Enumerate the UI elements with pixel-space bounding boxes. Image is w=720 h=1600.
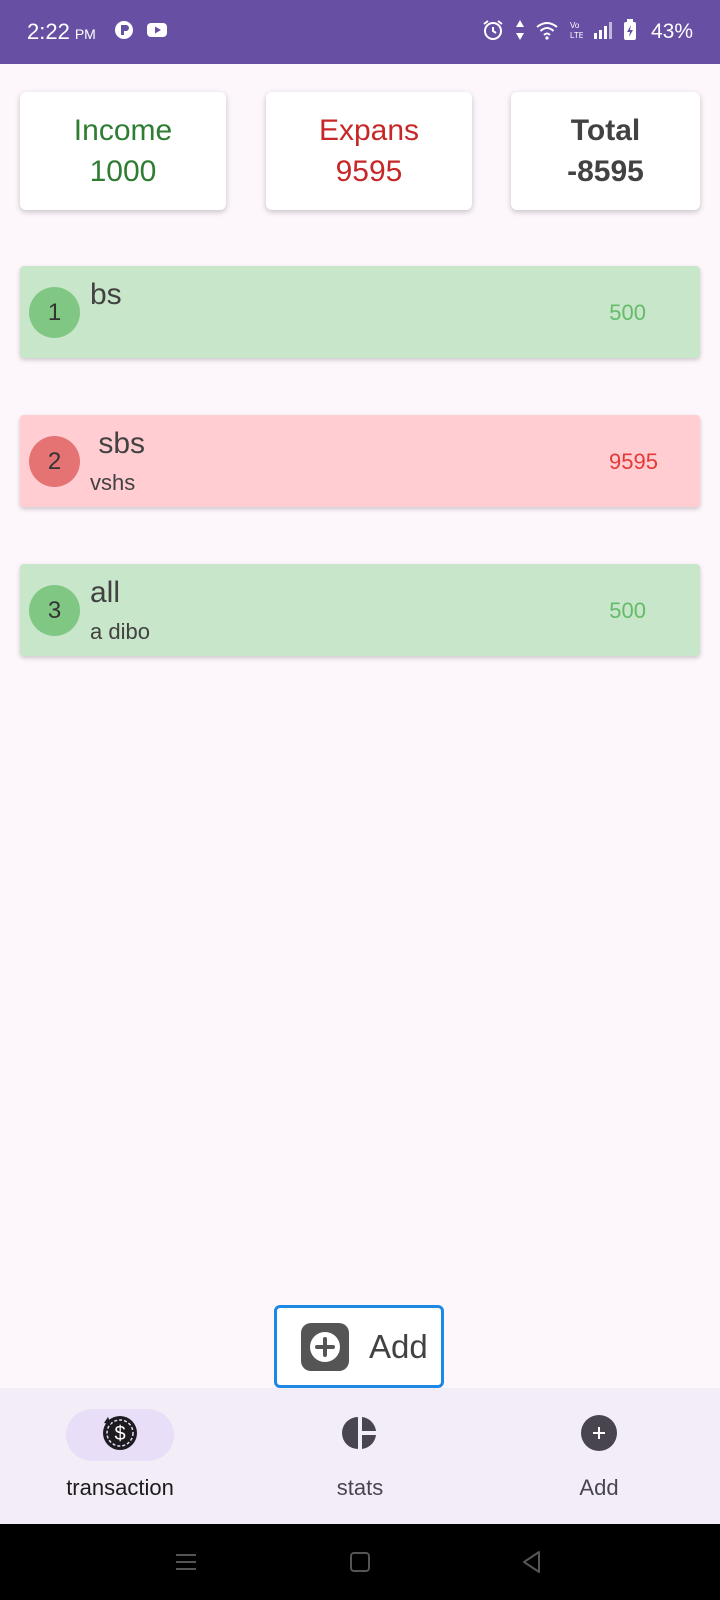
transaction-title: all <box>90 576 121 609</box>
pie-chart-icon <box>342 1415 378 1456</box>
total-value: -8595 <box>567 155 644 188</box>
transaction-title: sbs <box>90 427 146 460</box>
expense-card: Expans 9595 <box>266 92 472 210</box>
transaction-subtitle: a dibo <box>90 619 150 644</box>
status-bar: 2:22 PM Vo LTE 43% <box>0 0 720 64</box>
alarm-icon <box>481 18 505 47</box>
status-ampm: PM <box>74 26 96 42</box>
transaction-amount: 9595 <box>609 449 658 474</box>
status-time: 2:22 <box>27 19 70 44</box>
transaction-subtitle: vshs <box>90 470 136 495</box>
transaction-row[interactable]: 3 all a dibo 500 <box>20 564 700 656</box>
svg-text:$: $ <box>114 1423 125 1445</box>
total-label: Total <box>570 114 641 147</box>
nav-item-transaction[interactable]: $ transaction <box>0 1388 240 1524</box>
transaction-amount: 500 <box>609 300 646 325</box>
transaction-row[interactable]: 1 bs 500 <box>20 266 700 358</box>
nav-active-indicator: $ <box>66 1409 174 1461</box>
data-arrows-icon <box>515 19 525 46</box>
transaction-index: 2 <box>29 436 80 487</box>
summary-cards: Income 1000 Expans 9595 Total -8595 <box>20 92 700 210</box>
volte-icon: Vo LTE <box>569 20 584 45</box>
income-card: Income 1000 <box>20 92 226 210</box>
total-card: Total -8595 <box>511 92 700 210</box>
transaction-row[interactable]: 2 sbs vshs 9595 <box>20 415 700 507</box>
nav-item-add[interactable]: Add <box>479 1388 719 1524</box>
add-circle-icon <box>580 1414 618 1457</box>
transaction-index: 1 <box>29 287 80 338</box>
expense-value: 9595 <box>335 155 403 188</box>
dollar-history-icon: $ <box>100 1413 140 1458</box>
add-transaction-button[interactable]: Add <box>274 1305 444 1388</box>
expense-label: Expans <box>318 114 420 147</box>
home-icon[interactable] <box>346 1548 374 1576</box>
wifi-icon <box>535 20 559 45</box>
nav-icon-holder <box>306 1409 414 1461</box>
income-label: Income <box>73 114 173 147</box>
signal-icon <box>593 20 613 45</box>
transaction-title: bs <box>90 278 122 311</box>
back-icon[interactable] <box>518 1548 546 1576</box>
nav-icon-holder <box>545 1409 653 1461</box>
bottom-navigation: $ transaction stats Add <box>0 1388 720 1524</box>
svg-text:Vo: Vo <box>570 21 580 30</box>
battery-icon <box>623 18 637 46</box>
battery-percent: 43% <box>650 20 693 43</box>
system-navigation-bar <box>0 1524 720 1600</box>
svg-text:LTE: LTE <box>570 31 583 40</box>
income-value: 1000 <box>89 155 157 188</box>
transaction-index: 3 <box>29 585 80 636</box>
nav-item-stats[interactable]: stats <box>240 1388 480 1524</box>
plus-square-icon <box>301 1322 349 1371</box>
p-app-icon <box>114 20 134 45</box>
add-button-label: Add <box>369 1327 428 1365</box>
nav-label: transaction <box>66 1475 174 1500</box>
nav-label: Add <box>579 1475 619 1500</box>
nav-label: stats <box>336 1475 384 1500</box>
menu-icon[interactable] <box>172 1548 200 1576</box>
transaction-amount: 500 <box>609 598 646 623</box>
youtube-icon <box>146 21 168 44</box>
